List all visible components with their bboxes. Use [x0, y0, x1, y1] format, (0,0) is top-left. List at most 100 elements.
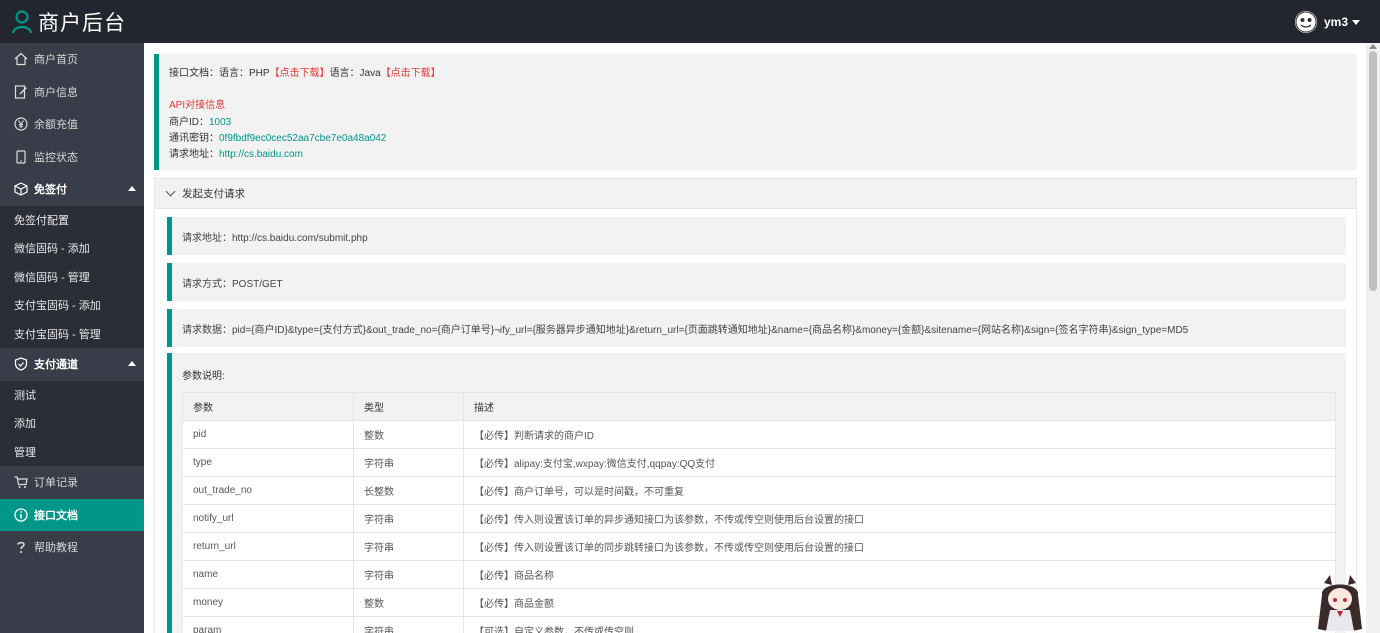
user-menu[interactable]: ym3 — [1294, 11, 1360, 33]
home-icon — [14, 52, 28, 66]
column-header: 类型 — [353, 392, 464, 421]
sidebar-subitem[interactable]: 免签付配置 — [0, 206, 144, 235]
param-desc: 【必传】alipay:支付宝,wxpay:微信支付,qqpay:QQ支付 — [463, 448, 1336, 477]
param-type: 字符串 — [353, 448, 464, 477]
sidebar-item-label: 接口文档 — [34, 509, 78, 522]
param-type: 字符串 — [353, 616, 464, 633]
request-url-block: 请求地址：http://cs.baidu.com/submit.php — [167, 217, 1346, 255]
top-header: 商户后台 ym3 — [0, 0, 1380, 43]
table-header-row: 参数 类型 描述 — [182, 392, 1336, 421]
sidebar-item-monitor[interactable]: 监控状态 — [0, 141, 144, 174]
brand[interactable]: 商户后台 — [12, 8, 126, 36]
sidebar-subitem[interactable]: 微信固码 - 添加 — [0, 234, 144, 263]
app-title: 商户后台 — [38, 12, 126, 35]
sidebar-subitem[interactable]: 微信固码 - 管理 — [0, 263, 144, 292]
param-desc: 【必传】判断请求的商户ID — [463, 420, 1336, 449]
api-info-box: 接口文档：语言：PHP【点击下载】语言：Java【点击下载】 API对接信息 商… — [154, 54, 1357, 170]
phone-icon — [16, 150, 26, 164]
chevron-down-icon — [165, 186, 176, 197]
sidebar: 商户首页 商户信息 余额充值 监控状态 免签付 免签付配置 微信固码 - 添加 … — [0, 43, 144, 633]
key-line: 通讯密钥：0f9fbdf9ec0cec52aa7cbe7e0a48a042 — [169, 131, 1347, 147]
url-line: 请求地址：http://cs.baidu.com — [169, 147, 1347, 163]
params-block: 参数说明: 参数 类型 描述 pid 整数 【必传】判断请求的商户ID type 字符… — [167, 353, 1346, 633]
api-info-title: API对接信息 — [169, 100, 226, 112]
sidebar-subitem[interactable]: 添加 — [0, 409, 144, 438]
chevron-up-icon — [128, 186, 136, 191]
panel-header[interactable]: 发起支付请求 — [155, 179, 1356, 209]
cart-icon — [14, 476, 28, 489]
param-name: pid — [182, 420, 354, 449]
download-java-link[interactable]: 【点击下载】 — [381, 68, 441, 79]
sidebar-subitem[interactable]: 支付宝固码 - 添加 — [0, 291, 144, 320]
sidebar-group-pay-channel[interactable]: 支付通道 — [0, 348, 144, 381]
sidebar-item-label: 帮助教程 — [34, 542, 78, 555]
request-method-block: 请求方式：POST/GET — [167, 263, 1346, 301]
param-desc: 【必传】商户订单号，可以是时间戳，不可重复 — [463, 476, 1336, 505]
question-icon — [17, 542, 25, 554]
edit-icon — [14, 85, 27, 99]
param-type: 字符串 — [353, 560, 464, 589]
payment-request-panel: 发起支付请求 请求地址：http://cs.baidu.com/submit.p… — [154, 178, 1357, 633]
sidebar-subitem[interactable]: 支付宝固码 - 管理 — [0, 320, 144, 349]
table-row: pid 整数 【必传】判断请求的商户ID — [182, 420, 1336, 449]
table-row: type 字符串 【必传】alipay:支付宝,wxpay:微信支付,qqpay:Q… — [182, 448, 1336, 477]
sidebar-item-api-docs[interactable]: 接口文档 — [0, 498, 144, 531]
user-logo-icon — [12, 10, 32, 34]
url-label: 请求地址： — [169, 149, 219, 161]
lang-java-label: 语言：Java — [329, 68, 381, 79]
param-name: out_trade_no — [182, 476, 354, 505]
param-name: money — [182, 588, 354, 617]
url-value[interactable]: http://cs.baidu.com — [219, 149, 303, 160]
param-name: notify_url — [182, 504, 354, 533]
avatar — [1294, 11, 1317, 33]
sidebar-submenu-pay-channel: 测试 添加 管理 — [0, 380, 144, 467]
sidebar-item-merchant-info[interactable]: 商户信息 — [0, 76, 144, 109]
param-name: param — [182, 616, 354, 633]
table-row: param 字符串 【可选】自定义参数，不传或传空则 — [182, 616, 1336, 633]
merchant-id-line: 商户ID：1003 — [169, 115, 1347, 131]
sidebar-item-help[interactable]: 帮助教程 — [0, 531, 144, 564]
download-php-link[interactable]: 【点击下载】 — [270, 68, 330, 79]
chevron-down-icon — [1352, 19, 1360, 25]
table-row: money 整数 【必传】商品金额 — [182, 588, 1336, 617]
sidebar-subitem[interactable]: 管理 — [0, 438, 144, 467]
table-row: return_url 字符串 【必传】传入则设置该订单的同步跳转接口为该参数，不传或… — [182, 532, 1336, 561]
sidebar-group-free-sign[interactable]: 免签付 — [0, 173, 144, 206]
doc-download-line: 接口文档：语言：PHP【点击下载】语言：Java【点击下载】 — [169, 66, 1347, 82]
scroll-up-icon[interactable] — [1369, 44, 1377, 49]
param-type: 字符串 — [353, 504, 464, 533]
mascot-widget[interactable] — [1312, 573, 1368, 633]
request-url-text: 请求地址：http://cs.baidu.com/submit.php — [182, 232, 368, 244]
merchant-id-value: 1003 — [209, 116, 232, 128]
sidebar-group-label: 免签付 — [34, 184, 67, 197]
column-header: 描述 — [463, 392, 1336, 421]
sidebar-group-label: 支付通道 — [34, 359, 78, 372]
merchant-id-label: 商户ID： — [169, 116, 209, 128]
vertical-scrollbar[interactable] — [1366, 43, 1380, 633]
params-table: 参数 类型 描述 pid 整数 【必传】判断请求的商户ID type 字符串 【必传】a… — [182, 392, 1336, 633]
param-type: 字符串 — [353, 532, 464, 561]
param-desc: 【必传】传入则设置该订单的异步通知接口为该参数，不传或传空则使用后台设置的接口 — [463, 504, 1336, 533]
column-header: 参数 — [182, 392, 354, 421]
sidebar-subitem[interactable]: 测试 — [0, 381, 144, 410]
table-row: notify_url 字符串 【必传】传入则设置该订单的异步通知接口为该参数，不传或… — [182, 504, 1336, 533]
scrollbar-thumb[interactable] — [1369, 51, 1377, 291]
sidebar-item-recharge[interactable]: 余额充值 — [0, 108, 144, 141]
param-name: name — [182, 560, 354, 589]
param-type: 整数 — [353, 588, 464, 617]
param-desc: 【可选】自定义参数，不传或传空则 — [463, 616, 1336, 633]
table-row: out_trade_no 长整数 【必传】商户订单号，可以是时间戳，不可重复 — [182, 476, 1336, 505]
sidebar-item-orders[interactable]: 订单记录 — [0, 466, 144, 499]
param-type: 长整数 — [353, 476, 464, 505]
info-icon — [14, 508, 28, 522]
sidebar-submenu-free-sign: 免签付配置 微信固码 - 添加 微信固码 - 管理 支付宝固码 - 添加 支付宝… — [0, 205, 144, 349]
panel-title: 发起支付请求 — [182, 188, 245, 200]
username: ym3 — [1323, 15, 1348, 29]
sidebar-item-label: 商户首页 — [34, 54, 78, 67]
lang-php-label: 接口文档：语言：PHP — [169, 68, 270, 79]
sidebar-item-home[interactable]: 商户首页 — [0, 43, 144, 76]
sidebar-item-label: 监控状态 — [34, 151, 78, 164]
param-type: 整数 — [353, 420, 464, 449]
yen-icon — [14, 117, 28, 131]
